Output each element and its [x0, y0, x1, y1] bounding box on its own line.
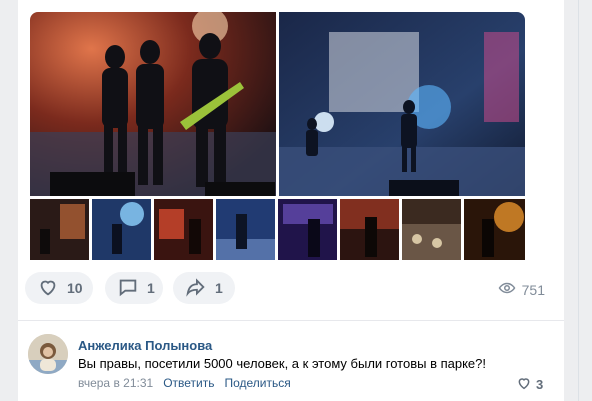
thumb-8[interactable] [464, 199, 525, 260]
comment-time[interactable]: вчера в 21:31 [78, 376, 153, 390]
comment-count: 1 [147, 280, 155, 296]
thumb-3[interactable] [154, 199, 213, 260]
share-count: 1 [215, 280, 223, 296]
comment-like-count: 3 [536, 377, 544, 392]
comment-icon [117, 276, 139, 301]
share-button[interactable]: 1 [173, 272, 235, 304]
eye-icon [498, 279, 516, 300]
avatar[interactable] [28, 334, 68, 374]
comment-author[interactable]: Анжелика Полынова [78, 338, 212, 353]
thumb-5[interactable] [278, 199, 337, 260]
concert-photo-band-guitarists[interactable] [30, 12, 276, 196]
views-counter: 751 [498, 279, 545, 300]
share-link[interactable]: Поделиться [224, 376, 290, 390]
comment-like-button[interactable]: 3 [516, 375, 543, 394]
views-count: 751 [521, 281, 545, 298]
thumb-7[interactable] [402, 199, 461, 260]
thumb-2[interactable] [92, 199, 151, 260]
rail-divider [578, 0, 579, 401]
thumb-1[interactable] [30, 199, 89, 260]
like-count: 10 [67, 280, 83, 296]
like-button[interactable]: 10 [25, 272, 93, 304]
heart-icon [516, 375, 532, 394]
comment-meta: вчера в 21:31 Ответить Поделиться [78, 376, 291, 390]
thumb-4[interactable] [216, 199, 275, 260]
concert-photo-stage-lights[interactable] [279, 12, 525, 196]
right-rail [564, 0, 592, 401]
comment-text: Вы правы, посетили 5000 человек, а к это… [78, 356, 487, 371]
post-actions: 10 1 1 751 [25, 272, 545, 306]
heart-icon [37, 276, 59, 301]
reply-link[interactable]: Ответить [163, 376, 214, 390]
share-icon [185, 276, 207, 301]
comment-button[interactable]: 1 [105, 272, 163, 304]
thumb-6[interactable] [340, 199, 399, 260]
comments-divider [18, 320, 564, 321]
